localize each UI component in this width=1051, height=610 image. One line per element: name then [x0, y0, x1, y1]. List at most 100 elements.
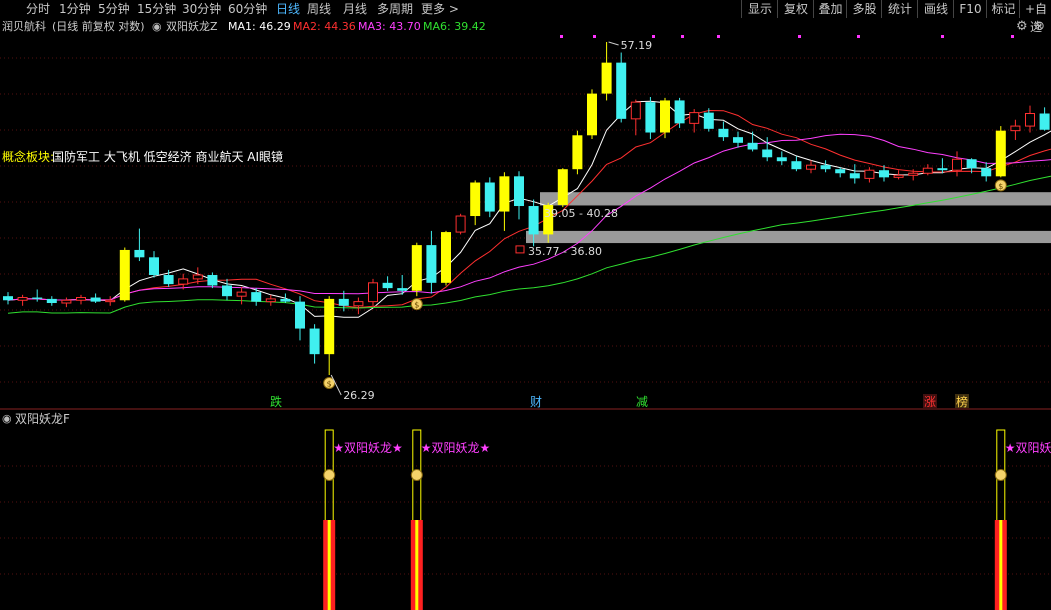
top-dot: [652, 35, 655, 38]
candle: [411, 242, 422, 297]
candle: [952, 151, 962, 177]
candle: [149, 251, 159, 278]
low-price-label: 26.29: [343, 389, 375, 402]
candle: [1039, 107, 1050, 131]
money-bag-icon-glyph: $: [414, 301, 419, 310]
candle: [441, 230, 451, 286]
period-tab-2[interactable]: 5分钟: [98, 1, 130, 17]
period-tab-7[interactable]: 周线: [307, 1, 331, 17]
candle: [295, 296, 305, 341]
toolbar: 分时 1分钟 5分钟 15分钟 30分钟 60分钟 日线 周线 月线 多周期 更多 > 显示 复权 叠加多…: [0, 0, 1051, 34]
candle: [747, 131, 758, 152]
event-marker-3: 涨: [924, 394, 936, 409]
toolbar-button-3[interactable]: 多股: [846, 0, 882, 18]
candle: [660, 97, 670, 139]
period-tab-10[interactable]: 更多 >: [421, 1, 459, 17]
candle: [937, 158, 948, 174]
toolbar-button-7[interactable]: 标记: [986, 0, 1020, 18]
candle: [514, 171, 524, 220]
period-tab-6[interactable]: 日线: [276, 1, 300, 17]
zone1-label: 39.05 - 40.28: [544, 207, 618, 220]
candle: [76, 294, 86, 305]
candle: [236, 286, 247, 305]
period-tab-1[interactable]: 1分钟: [59, 1, 91, 17]
candle: [207, 272, 218, 289]
period-tab-8[interactable]: 月线: [343, 1, 367, 17]
high-price-label: 57.19: [621, 39, 653, 52]
top-dot: [1011, 35, 1014, 38]
candle: [820, 160, 831, 173]
candle: [484, 177, 495, 218]
candle: [733, 131, 743, 148]
candle: [557, 168, 568, 208]
toolbar-button-4[interactable]: 统计: [881, 0, 918, 18]
candle: [674, 97, 685, 128]
candle: [455, 213, 466, 235]
candle: [368, 278, 378, 306]
period-tab-0[interactable]: 分时: [26, 1, 50, 17]
candle: [1010, 119, 1021, 140]
toolbar-button-8[interactable]: +自选: [1019, 0, 1051, 34]
toolbar-button-0[interactable]: 显示: [741, 0, 778, 18]
sub-panel-title: 双阳妖龙F: [15, 412, 70, 426]
candle: [645, 97, 656, 140]
candle: [893, 170, 904, 180]
top-dot: [941, 35, 944, 38]
zone2-label: 35.77 - 36.80: [528, 245, 602, 258]
candle: [601, 42, 612, 101]
candle: [90, 293, 101, 304]
candle: [470, 180, 481, 226]
candle: [280, 293, 291, 304]
top-dot: [857, 35, 860, 38]
toolbar-button-2[interactable]: 叠加: [813, 0, 847, 18]
candle: [499, 172, 510, 231]
candle: [353, 297, 364, 315]
candle: [616, 52, 627, 123]
candle: [61, 297, 72, 308]
candle: [1025, 105, 1035, 133]
event-marker-1: 财: [530, 395, 542, 409]
candle: [689, 109, 700, 133]
candle: [718, 121, 729, 141]
money-bag-icon: [323, 469, 336, 481]
money-bag-icon-glyph: $: [998, 182, 1003, 191]
money-bag-icon-glyph: $: [327, 380, 332, 389]
period-tab-9[interactable]: 多周期: [377, 1, 413, 17]
indicator-panel[interactable]: ◉双阳妖龙F ★双阳妖龙★ ★双阳妖龙★ ★双阳妖龙★: [0, 410, 1051, 610]
candle: [222, 278, 232, 301]
candle: [849, 164, 860, 184]
candle: [572, 130, 583, 175]
candle: [791, 156, 802, 172]
toolbar-button-6[interactable]: F10: [953, 0, 987, 18]
toolbar-button-5[interactable]: 画线: [917, 0, 954, 18]
candle: [32, 289, 43, 302]
event-marker-4: 榜: [956, 394, 968, 409]
money-bag-icon: [994, 469, 1007, 481]
candle: [265, 294, 276, 306]
toolbar-button-1[interactable]: 复权: [777, 0, 814, 18]
top-dot: [681, 35, 684, 38]
candle: [3, 292, 13, 305]
price-chart[interactable]: $ $ $57.19 26.29 39.05 - 40.28 35.77 - 36.80 跌…: [0, 18, 1051, 410]
candle: [46, 296, 57, 306]
zone-band-1: [526, 230, 1051, 244]
sub-toggle-icon: ◉: [2, 412, 12, 425]
signal-center-line-1: [415, 520, 419, 610]
high-pointer: [608, 41, 619, 46]
top-dot: [717, 35, 720, 38]
candle: [776, 151, 787, 166]
period-tab-4[interactable]: 30分钟: [182, 1, 221, 17]
signal-center-line-0: [327, 520, 331, 610]
period-tab-3[interactable]: 15分钟: [137, 1, 176, 17]
money-bag-icon: [410, 469, 423, 481]
candle: [864, 167, 875, 183]
period-tab-5[interactable]: 60分钟: [228, 1, 267, 17]
candle: [324, 296, 335, 375]
candle: [382, 276, 393, 291]
event-marker-2: 减: [636, 395, 648, 409]
candle: [587, 89, 597, 140]
signal-label-0: ★双阳妖龙★: [333, 441, 403, 455]
event-marker-0: 跌: [270, 394, 282, 409]
top-dot: [593, 35, 596, 38]
candle: [309, 324, 320, 364]
